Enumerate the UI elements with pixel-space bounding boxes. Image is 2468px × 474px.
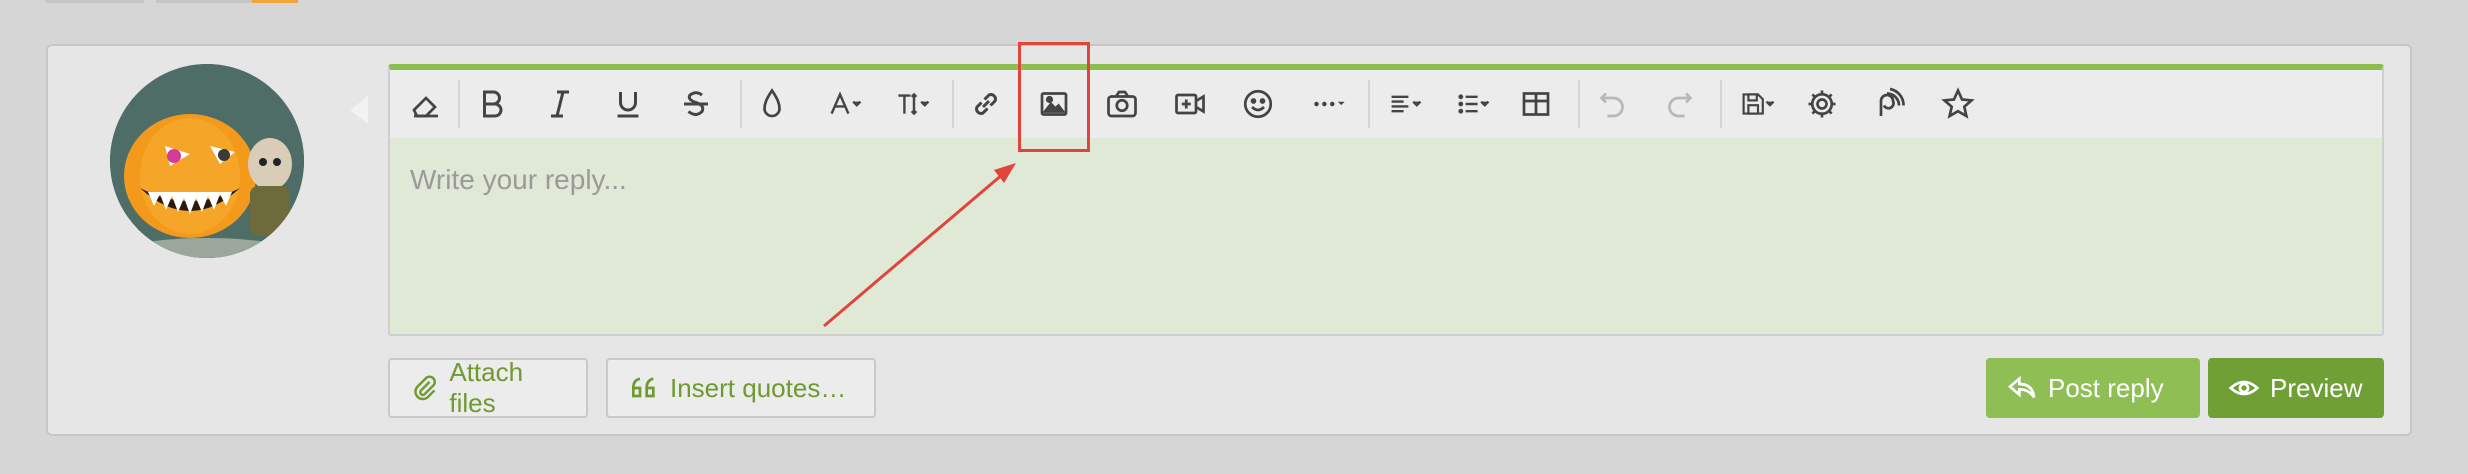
editor-toolbar xyxy=(390,70,2382,140)
reply-textarea[interactable]: Write your reply... xyxy=(390,138,2382,334)
underline-icon[interactable] xyxy=(604,82,652,126)
toolbar-divider xyxy=(1720,80,1722,128)
attach-files-label: Attach files xyxy=(449,357,524,418)
post-reply-label: Post reply xyxy=(2048,372,2164,403)
settings-icon[interactable] xyxy=(1798,82,1846,126)
toolbar-divider xyxy=(1368,80,1370,128)
more-icon[interactable] xyxy=(1298,82,1362,126)
redo-icon[interactable] xyxy=(1656,82,1704,126)
paperclip-icon xyxy=(414,375,436,401)
eye-icon xyxy=(2228,380,2260,396)
reply-icon xyxy=(2007,375,2036,399)
link-icon[interactable] xyxy=(962,82,1010,126)
quote-icon xyxy=(632,377,655,398)
toggle-bbcode-icon[interactable] xyxy=(1866,82,1914,126)
toolbar-divider xyxy=(458,80,460,128)
toolbar-divider xyxy=(1578,80,1580,128)
insert-quotes-button[interactable]: Insert quotes… xyxy=(606,358,876,418)
tab-remnant xyxy=(156,0,252,3)
list-icon[interactable] xyxy=(1444,82,1504,126)
tab-remnant xyxy=(46,0,144,3)
bold-icon[interactable] xyxy=(468,82,516,126)
video-icon[interactable] xyxy=(1166,82,1214,126)
avatar[interactable] xyxy=(110,64,304,258)
reply-editor: Write your reply... xyxy=(388,64,2384,336)
insert-quotes-label: Insert quotes… xyxy=(670,372,847,403)
favorite-icon[interactable] xyxy=(1934,82,1982,126)
tab-remnant-accent xyxy=(252,0,298,3)
eraser-icon[interactable] xyxy=(402,82,450,126)
undo-icon[interactable] xyxy=(1588,82,1636,126)
align-icon[interactable] xyxy=(1376,82,1436,126)
font-size-icon[interactable] xyxy=(884,82,944,126)
toolbar-divider xyxy=(740,80,742,128)
post-reply-button[interactable]: Post reply xyxy=(1986,358,2200,418)
font-family-icon[interactable] xyxy=(816,82,876,126)
italic-icon[interactable] xyxy=(536,82,584,126)
emoji-icon[interactable] xyxy=(1234,82,1282,126)
table-icon[interactable] xyxy=(1512,82,1560,126)
text-color-icon[interactable] xyxy=(748,82,796,126)
attach-files-button[interactable]: Attach files xyxy=(388,357,588,418)
image-button-highlight xyxy=(1018,42,1090,152)
reply-placeholder: Write your reply... xyxy=(410,164,627,195)
camera-icon[interactable] xyxy=(1098,82,1146,126)
toolbar-divider xyxy=(952,80,954,128)
strikethrough-icon[interactable] xyxy=(672,82,720,126)
preview-label: Preview xyxy=(2270,372,2363,403)
avatar-pointer xyxy=(350,96,368,124)
drafts-icon[interactable] xyxy=(1728,82,1788,126)
preview-button[interactable]: Preview xyxy=(2208,358,2384,418)
